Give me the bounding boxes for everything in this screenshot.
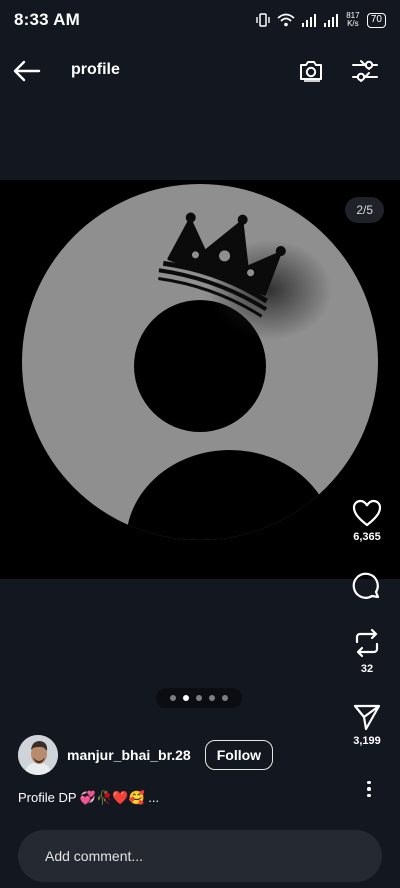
status-icons: 817 K/s 70: [255, 12, 386, 28]
more-dot: [367, 787, 371, 791]
signal-icon: [301, 14, 316, 27]
signal-icon-2: [323, 14, 338, 27]
wifi-icon: [277, 13, 295, 27]
page-title: profile: [71, 61, 120, 78]
carousel-dot-active[interactable]: [183, 695, 189, 701]
carousel-dot[interactable]: [222, 695, 228, 701]
camera-icon: [300, 61, 322, 82]
avatar-image: [18, 735, 58, 775]
follow-button[interactable]: Follow: [204, 740, 274, 770]
more-options-button[interactable]: [360, 778, 378, 800]
sliders-icon: [352, 60, 378, 82]
repost-action[interactable]: 32: [334, 627, 400, 675]
comment-action[interactable]: [334, 572, 400, 602]
post-caption[interactable]: Profile DP 💞🥀❤️🥰 ...: [18, 790, 159, 806]
carousel-dot[interactable]: [170, 695, 176, 701]
battery-indicator: 70: [366, 12, 386, 28]
share-count: 3,199: [353, 735, 381, 747]
arrow-left-icon: [13, 60, 41, 82]
repost-icon[interactable]: [352, 627, 382, 659]
post-author: manjur_bhai_br.28 Follow: [18, 734, 318, 776]
send-icon[interactable]: [352, 703, 382, 731]
carousel-indicator: [156, 688, 242, 708]
vibrate-icon: [256, 13, 270, 27]
status-bar: 8:33 AM 817 K/s 70: [0, 0, 400, 40]
avatar[interactable]: [18, 735, 58, 775]
more-dot: [367, 793, 371, 798]
comment-icon[interactable]: [352, 572, 382, 602]
username[interactable]: manjur_bhai_br.28: [67, 747, 191, 763]
filter-button[interactable]: [350, 56, 380, 86]
camera-button[interactable]: [296, 56, 326, 86]
status-time: 8:33 AM: [14, 10, 80, 29]
repost-count: 32: [360, 663, 374, 675]
network-speed: 817 K/s: [346, 11, 360, 28]
share-action[interactable]: 3,199: [334, 703, 400, 747]
carousel-dot[interactable]: [196, 695, 202, 701]
more-dot: [367, 780, 371, 785]
heart-icon[interactable]: [352, 499, 382, 527]
page-counter: 2/5: [345, 197, 384, 223]
top-bar: profile: [0, 40, 400, 102]
like-action[interactable]: 6,365: [334, 499, 400, 543]
comment-input[interactable]: Add comment...: [18, 830, 382, 882]
back-button[interactable]: [12, 56, 42, 86]
carousel-dot[interactable]: [209, 695, 215, 701]
like-count: 6,365: [353, 531, 381, 543]
